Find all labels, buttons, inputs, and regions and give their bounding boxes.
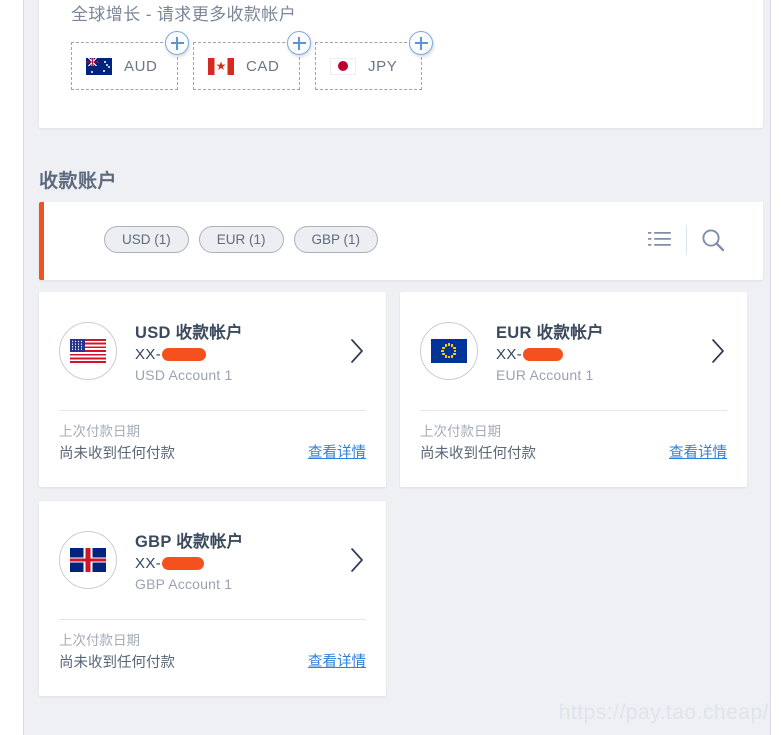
plus-circle-icon[interactable] xyxy=(287,31,311,55)
account-number-prefix: XX- xyxy=(496,346,523,363)
currency-filter-pills: USD (1) EUR (1) GBP (1) xyxy=(104,226,379,253)
request-currency-aud[interactable]: AUD xyxy=(71,31,189,90)
global-growth-panel: 全球增长 - 请求更多收款帐户 AUD ★ CAD JPY xyxy=(39,0,763,128)
account-card-header: GBP 收款帐户 XX- GBP Account 1 xyxy=(39,501,386,619)
content-column: 全球增长 - 请求更多收款帐户 AUD ★ CAD JPY 收款账户 USD (… xyxy=(23,0,771,735)
account-number: XX- xyxy=(496,346,707,363)
card-divider xyxy=(420,410,727,411)
account-nickname: GBP Account 1 xyxy=(135,576,233,592)
view-details-link[interactable]: 查看详情 xyxy=(308,441,366,463)
filter-pill-usd[interactable]: USD (1) xyxy=(104,226,189,253)
last-payment-info: 上次付款日期 尚未收到任何付款 xyxy=(59,420,175,463)
account-number-redaction xyxy=(162,557,205,570)
filter-pill-eur[interactable]: EUR (1) xyxy=(198,226,284,253)
account-card-header: EUR 收款帐户 XX- EUR Account 1 xyxy=(400,292,747,410)
account-title: GBP 收款帐户 xyxy=(135,533,244,551)
last-payment-label: 上次付款日期 xyxy=(59,633,140,648)
account-nickname: USD Account 1 xyxy=(135,367,233,383)
request-currency-jpy[interactable]: JPY xyxy=(315,31,433,90)
view-details-link[interactable]: 查看详情 xyxy=(669,441,727,463)
toolbar-divider xyxy=(686,225,687,255)
card-divider xyxy=(59,619,366,620)
request-currency-code-jpy: JPY xyxy=(368,57,398,75)
view-details-link[interactable]: 查看详情 xyxy=(308,650,366,672)
account-card-usd[interactable]: USD 收款帐户 XX- USD Account 1 上次付款日期 尚未收到任何… xyxy=(39,292,386,487)
filter-pill-gbp[interactable]: GBP (1) xyxy=(293,226,379,253)
account-number: XX- xyxy=(135,346,346,363)
request-currency-cad[interactable]: ★ CAD xyxy=(193,31,311,90)
account-number-prefix: XX- xyxy=(135,555,162,572)
plus-circle-icon[interactable] xyxy=(165,31,189,55)
account-title: USD 收款帐户 xyxy=(135,324,243,342)
request-currency-code-aud: AUD xyxy=(124,57,158,75)
australia-flag-icon xyxy=(86,57,112,75)
last-payment-label: 上次付款日期 xyxy=(59,424,140,439)
page-title: 收款账户 xyxy=(39,170,118,192)
last-payment-info: 上次付款日期 尚未收到任何付款 xyxy=(59,629,175,672)
filter-panel: USD (1) EUR (1) GBP (1) xyxy=(39,202,763,280)
watermark: https://pay.tao.cheap/ xyxy=(558,701,769,724)
search-icon[interactable] xyxy=(693,222,733,258)
account-nickname: EUR Account 1 xyxy=(496,367,594,383)
account-number-prefix: XX- xyxy=(135,346,162,363)
japan-flag-icon xyxy=(330,57,356,75)
toolbar-icons xyxy=(640,222,733,258)
eu-flag-icon xyxy=(420,322,478,380)
chevron-right-icon[interactable] xyxy=(346,547,368,573)
last-payment-info: 上次付款日期 尚未收到任何付款 xyxy=(420,420,536,463)
plus-circle-icon[interactable] xyxy=(409,31,433,55)
last-payment-value: 尚未收到任何付款 xyxy=(420,446,536,462)
account-card-footer: 上次付款日期 尚未收到任何付款 查看详情 xyxy=(420,420,727,463)
currency-request-row: AUD ★ CAD JPY xyxy=(71,31,433,90)
chevron-right-icon[interactable] xyxy=(707,338,729,364)
last-payment-value: 尚未收到任何付款 xyxy=(59,446,175,462)
global-growth-title: 全球增长 - 请求更多收款帐户 xyxy=(71,5,297,24)
account-card-eur[interactable]: EUR 收款帐户 XX- EUR Account 1 上次付款日期 尚未收到任何… xyxy=(400,292,747,487)
account-card-header: USD 收款帐户 XX- USD Account 1 xyxy=(39,292,386,410)
list-view-icon[interactable] xyxy=(640,222,680,258)
request-currency-code-cad: CAD xyxy=(246,57,280,75)
card-divider xyxy=(59,410,366,411)
account-title: EUR 收款帐户 xyxy=(496,324,604,342)
chevron-right-icon[interactable] xyxy=(346,338,368,364)
last-payment-value: 尚未收到任何付款 xyxy=(59,655,175,671)
last-payment-label: 上次付款日期 xyxy=(420,424,501,439)
accounts-grid: USD 收款帐户 XX- USD Account 1 上次付款日期 尚未收到任何… xyxy=(39,292,763,696)
account-card-footer: 上次付款日期 尚未收到任何付款 查看详情 xyxy=(59,420,366,463)
account-card-footer: 上次付款日期 尚未收到任何付款 查看详情 xyxy=(59,629,366,672)
uk-flag-icon xyxy=(59,531,117,589)
account-card-gbp[interactable]: GBP 收款帐户 XX- GBP Account 1 上次付款日期 尚未收到任何… xyxy=(39,501,386,696)
account-number-redaction xyxy=(523,348,564,361)
usa-flag-icon xyxy=(59,322,117,380)
page-root: 全球增长 - 请求更多收款帐户 AUD ★ CAD JPY 收款账户 USD (… xyxy=(0,0,781,735)
account-number-redaction xyxy=(162,348,207,361)
account-number: XX- xyxy=(135,555,346,572)
canada-flag-icon: ★ xyxy=(208,57,234,75)
